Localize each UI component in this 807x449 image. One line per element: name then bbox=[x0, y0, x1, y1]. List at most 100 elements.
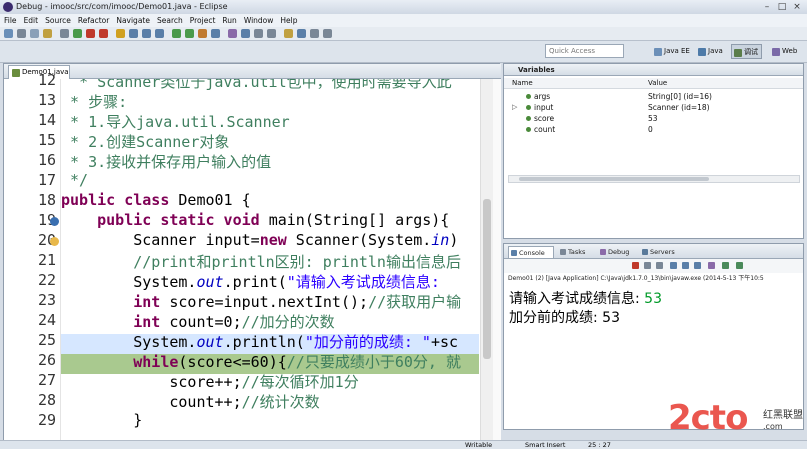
remove-all-icon[interactable] bbox=[656, 262, 663, 269]
code-line[interactable]: Scanner input=new Scanner(System.in) bbox=[61, 231, 458, 249]
word-wrap-icon[interactable] bbox=[694, 262, 701, 269]
toolbar-icon-16[interactable] bbox=[228, 29, 237, 38]
toolbar-icon-17[interactable] bbox=[241, 29, 250, 38]
console-tab-2[interactable]: Debug bbox=[598, 246, 636, 258]
perspective-button-3[interactable]: Web bbox=[770, 44, 800, 59]
toolbar-icon-1[interactable] bbox=[17, 29, 26, 38]
toolbar-icon-2[interactable] bbox=[30, 29, 39, 38]
menu-item-1[interactable]: Edit bbox=[24, 14, 39, 27]
variables-tab[interactable]: Variables bbox=[504, 64, 803, 76]
code-line[interactable]: System.out.println("加分前的成绩: "+sc bbox=[61, 331, 458, 352]
clear-console-icon[interactable] bbox=[670, 262, 677, 269]
perspective-button-1[interactable]: Java bbox=[696, 44, 726, 59]
toolbar-icon-7[interactable] bbox=[99, 29, 108, 38]
code-line[interactable]: public static void main(String[] args){ bbox=[61, 211, 449, 229]
menu-item-2[interactable]: Source bbox=[45, 14, 71, 27]
variable-name: input bbox=[534, 103, 554, 112]
console-tab-3[interactable]: Servers bbox=[640, 246, 678, 258]
expand-triangle-icon[interactable]: ▷ bbox=[512, 102, 517, 113]
code-line[interactable]: * 步骤: bbox=[61, 91, 127, 112]
code-line[interactable]: } bbox=[61, 411, 142, 429]
display-console-icon[interactable] bbox=[722, 262, 729, 269]
menu-item-8[interactable]: Window bbox=[244, 14, 274, 27]
variables-horizontal-scrollbar[interactable] bbox=[508, 175, 800, 183]
watermark-domain: .com bbox=[763, 422, 783, 431]
toolbar-icon-14[interactable] bbox=[198, 29, 207, 38]
toolbar-icon-21[interactable] bbox=[297, 29, 306, 38]
toolbar-icon-15[interactable] bbox=[211, 29, 220, 38]
pin-console-icon[interactable] bbox=[708, 262, 715, 269]
toolbar-icon-9[interactable] bbox=[129, 29, 138, 38]
console-tab-0[interactable]: Console bbox=[508, 246, 554, 258]
code-line[interactable]: * 3.接收并保存用户输入的值 bbox=[61, 151, 271, 172]
variable-row[interactable]: args String[0] (id=16) bbox=[504, 91, 803, 102]
variable-row[interactable]: score 53 bbox=[504, 113, 803, 124]
editor-tab-bar: Demo01.java bbox=[4, 64, 501, 79]
menu-item-0[interactable]: File bbox=[4, 14, 17, 27]
perspective-button-2[interactable]: 调试 bbox=[731, 44, 762, 59]
code-line[interactable]: * 1.导入java.util.Scanner bbox=[61, 111, 290, 132]
perspective-button-0[interactable]: Java EE bbox=[652, 44, 693, 59]
terminate-icon[interactable] bbox=[632, 262, 639, 269]
tab-icon bbox=[600, 249, 606, 255]
scrollbar-thumb[interactable] bbox=[483, 199, 491, 359]
line-number: 27 bbox=[37, 371, 56, 389]
variable-row[interactable]: count 0 bbox=[504, 124, 803, 135]
toolbar-icon-11[interactable] bbox=[155, 29, 164, 38]
menu-item-5[interactable]: Search bbox=[157, 14, 183, 27]
menu-item-9[interactable]: Help bbox=[280, 14, 297, 27]
variables-view: Variables Name Value args String[0] (id=1… bbox=[503, 63, 804, 239]
menu-item-4[interactable]: Navigate bbox=[116, 14, 150, 27]
code-line[interactable]: while(score<=60){//只要成绩小于60分, 就 bbox=[61, 351, 461, 372]
code-line[interactable]: System.out.print("请输入考试成绩信息: bbox=[61, 271, 449, 292]
toolbar-icon-19[interactable] bbox=[267, 29, 276, 38]
line-number: 18 bbox=[37, 191, 56, 209]
code-line[interactable]: count++;//统计次数 bbox=[61, 391, 319, 412]
console-tab-1[interactable]: Tasks bbox=[558, 246, 596, 258]
tab-icon bbox=[511, 250, 517, 256]
toolbar-icon-6[interactable] bbox=[86, 29, 95, 38]
toolbar-icon-20[interactable] bbox=[284, 29, 293, 38]
variable-row[interactable]: ▷ input Scanner (id=18) bbox=[504, 102, 803, 113]
tab-icon bbox=[560, 249, 566, 255]
toolbar-icon-12[interactable] bbox=[172, 29, 181, 38]
code-line[interactable]: int count=0;//加分的次数 bbox=[61, 311, 334, 332]
console-output-value: 53 bbox=[602, 310, 620, 326]
code-line[interactable]: * 2.创建Scanner对象 bbox=[61, 131, 229, 152]
warning-marker-icon[interactable] bbox=[50, 237, 59, 246]
toolbar-icon-0[interactable] bbox=[4, 29, 13, 38]
toolbar-icon-8[interactable] bbox=[116, 29, 125, 38]
toolbar-icon-5[interactable] bbox=[73, 29, 82, 38]
console-process-description: Demo01 (2) [Java Application] C:\Java\jd… bbox=[508, 275, 764, 282]
scrollbar-thumb[interactable] bbox=[519, 177, 709, 181]
toolbar-icon-10[interactable] bbox=[142, 29, 151, 38]
scroll-lock-icon[interactable] bbox=[682, 262, 689, 269]
toolbar-icon-18[interactable] bbox=[254, 29, 263, 38]
minimize-button[interactable]: – bbox=[760, 1, 774, 13]
value-column-header[interactable]: Value bbox=[648, 78, 667, 89]
override-marker-icon[interactable] bbox=[50, 217, 59, 226]
name-column-header[interactable]: Name bbox=[512, 78, 533, 89]
perspective-label: Java bbox=[708, 47, 723, 55]
close-button[interactable]: × bbox=[790, 1, 804, 13]
code-line[interactable]: score++;//每次循环加1分 bbox=[61, 371, 358, 392]
menu-item-6[interactable]: Project bbox=[190, 14, 216, 27]
menu-item-3[interactable]: Refactor bbox=[78, 14, 109, 27]
editor-vertical-scrollbar[interactable] bbox=[480, 79, 493, 449]
toolbar-icon-4[interactable] bbox=[60, 29, 69, 38]
code-line[interactable]: public class Demo01 { bbox=[61, 191, 251, 209]
toolbar-icon-23[interactable] bbox=[323, 29, 332, 38]
code-area[interactable]: * Scanner类位于java.util包中，使用时需要导入此 * 步骤: *… bbox=[61, 79, 479, 449]
open-console-icon[interactable] bbox=[736, 262, 743, 269]
code-line[interactable]: */ bbox=[61, 171, 88, 189]
toolbar-icon-3[interactable] bbox=[43, 29, 52, 38]
quick-access-input[interactable]: Quick Access bbox=[545, 44, 624, 58]
menu-item-7[interactable]: Run bbox=[222, 14, 236, 27]
code-line[interactable]: //print和println区别: println输出信息后 bbox=[61, 251, 461, 272]
toolbar-icon-22[interactable] bbox=[310, 29, 319, 38]
code-line[interactable]: int score=input.nextInt();//获取用户输 bbox=[61, 291, 461, 312]
main-toolbar bbox=[0, 27, 807, 41]
maximize-button[interactable]: □ bbox=[775, 1, 789, 13]
remove-launch-icon[interactable] bbox=[644, 262, 651, 269]
toolbar-icon-13[interactable] bbox=[185, 29, 194, 38]
